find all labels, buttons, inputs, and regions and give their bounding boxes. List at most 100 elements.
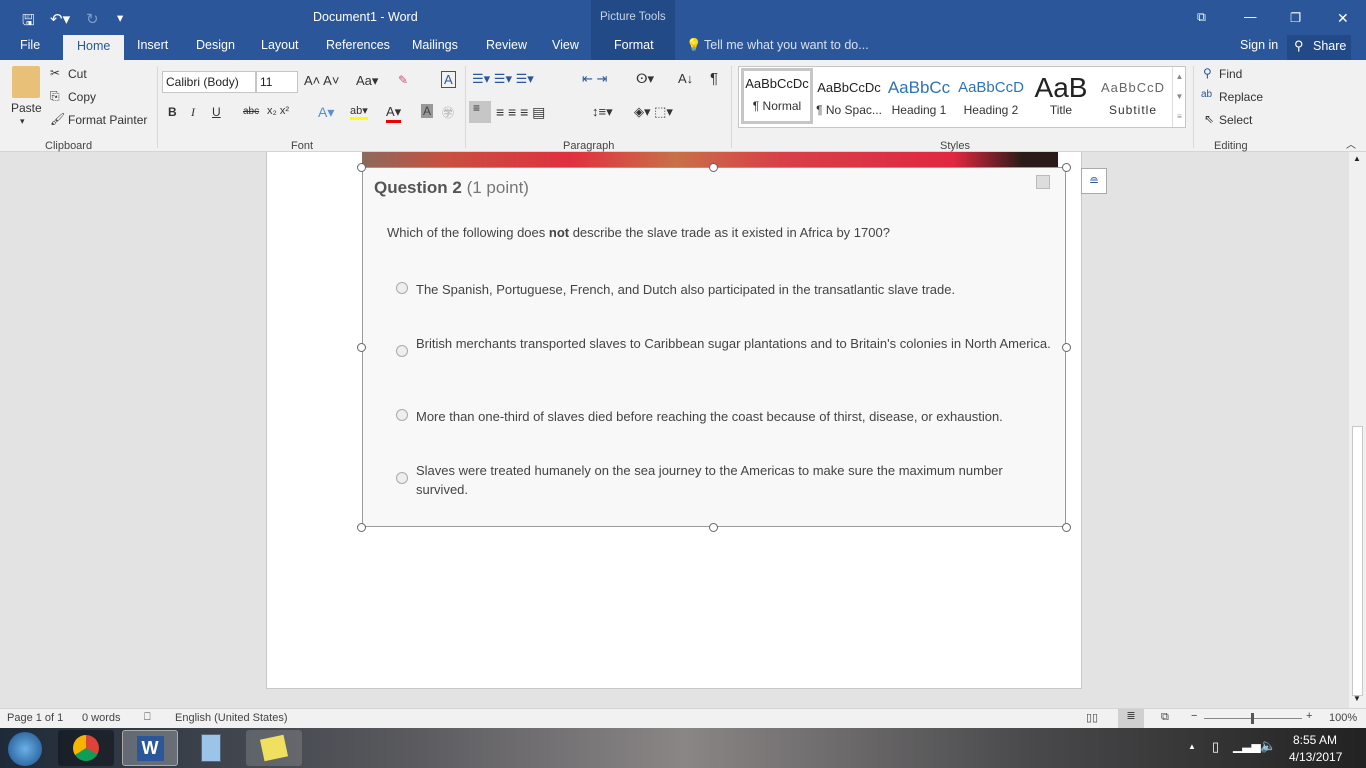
select-button[interactable]: Select xyxy=(1219,113,1252,127)
clock-time[interactable]: 8:55 AM xyxy=(1293,733,1337,747)
zoom-level[interactable]: 100% xyxy=(1329,712,1357,724)
change-case-icon[interactable]: Aa▾ xyxy=(356,73,378,89)
shading-icon[interactable]: ◈▾ ⬚▾ xyxy=(634,104,673,120)
layout-options-icon[interactable]: ≘ xyxy=(1081,168,1107,194)
enclose-characters-icon[interactable]: ㊫ xyxy=(442,104,454,121)
radio-button[interactable] xyxy=(396,282,408,294)
answer-option[interactable]: More than one-third of slaves died befor… xyxy=(396,407,1056,426)
highlight-icon[interactable]: ab▾ xyxy=(350,104,368,120)
answer-option[interactable]: British merchants transported slaves to … xyxy=(396,334,1056,357)
paste-dropdown-icon[interactable]: ▾ xyxy=(20,116,25,127)
sticky-notes-taskbar-button[interactable] xyxy=(246,730,302,766)
style-heading-2[interactable]: AaBbCcD Heading 2 xyxy=(955,75,1027,117)
close-button[interactable]: ✕ xyxy=(1337,10,1349,27)
resize-handle[interactable] xyxy=(357,523,366,532)
style-no-spacing[interactable]: AaBbCcDc ¶ No Spac... xyxy=(813,75,885,117)
style-title[interactable]: AaB Title xyxy=(1025,75,1097,117)
customize-qat-icon[interactable]: ▾ xyxy=(117,10,123,25)
text-effects-icon[interactable]: A▾ xyxy=(318,104,334,121)
tab-insert[interactable]: Insert xyxy=(137,38,168,52)
sign-in-link[interactable]: Sign in xyxy=(1240,38,1278,52)
vertical-scrollbar[interactable]: ▲ ▼ xyxy=(1349,152,1366,708)
tab-layout[interactable]: Layout xyxy=(261,38,299,52)
redo-icon[interactable]: ↻ xyxy=(86,10,99,28)
resize-handle[interactable] xyxy=(1062,523,1071,532)
resize-handle[interactable] xyxy=(357,343,366,352)
italic-button[interactable]: I xyxy=(191,105,195,120)
bullets-icon[interactable]: ☰▾ ☰▾ ☰▾ xyxy=(472,71,534,87)
format-painter-icon[interactable]: 🖌 xyxy=(50,112,65,126)
style-heading-1[interactable]: AaBbCc Heading 1 xyxy=(883,75,955,117)
paste-icon[interactable] xyxy=(12,66,40,98)
underline-button[interactable]: U xyxy=(212,105,221,119)
proofing-icon[interactable]: ⎕ xyxy=(144,711,151,724)
resize-handle[interactable] xyxy=(357,163,366,172)
collapse-ribbon-icon[interactable]: ︿ xyxy=(1346,136,1356,151)
indent-icon[interactable]: ⇤ ⇥ xyxy=(582,71,607,87)
resize-handle[interactable] xyxy=(709,163,718,172)
resize-handle[interactable] xyxy=(1062,343,1071,352)
undo-icon[interactable]: ↶▾ xyxy=(50,10,70,28)
font-color-icon[interactable]: A▾ xyxy=(386,104,402,123)
network-icon[interactable]: ▁▃▅ xyxy=(1233,739,1261,753)
print-layout-icon[interactable]: ≣ xyxy=(1118,709,1144,728)
scroll-down-icon[interactable]: ▼ xyxy=(1353,694,1361,703)
volume-icon[interactable]: 🔈 xyxy=(1260,738,1276,754)
question-picture[interactable]: Question 2 (1 point) Which of the follow… xyxy=(362,167,1066,527)
sort-icon[interactable]: A↓ xyxy=(678,71,693,86)
save-icon[interactable]: 🖫 xyxy=(22,10,35,35)
battery-icon[interactable]: ▯ xyxy=(1212,739,1219,755)
scroll-up-icon[interactable]: ▲ xyxy=(1353,154,1361,163)
cut-button[interactable]: Cut xyxy=(68,67,87,81)
align-left-button[interactable]: ≡ xyxy=(469,101,491,123)
tab-view[interactable]: View xyxy=(552,38,579,52)
calculator-taskbar-button[interactable] xyxy=(183,730,239,766)
clock-date[interactable]: 4/13/2017 xyxy=(1289,750,1342,764)
web-layout-icon[interactable]: ⧉ xyxy=(1161,711,1169,724)
find-button[interactable]: Find xyxy=(1219,67,1242,81)
word-taskbar-button[interactable]: W xyxy=(122,730,178,766)
text-direction-icon[interactable]: ⵙ▾ xyxy=(636,71,654,87)
read-mode-icon[interactable]: ▯▯ xyxy=(1086,711,1098,724)
tab-design[interactable]: Design xyxy=(196,38,235,52)
resize-handle[interactable] xyxy=(1062,163,1071,172)
replace-button[interactable]: Replace xyxy=(1219,90,1263,104)
style-normal[interactable]: AaBbCcDc ¶ Normal xyxy=(741,68,813,124)
strikethrough-icon[interactable]: abc xyxy=(243,106,259,117)
minimize-button[interactable]: — xyxy=(1244,10,1257,24)
chrome-taskbar-button[interactable] xyxy=(58,730,114,766)
grow-font-icon[interactable]: A˄ A˅ xyxy=(304,73,339,88)
character-shading-icon[interactable]: A xyxy=(421,104,434,118)
tab-mailings[interactable]: Mailings xyxy=(412,38,458,52)
word-count[interactable]: 0 words xyxy=(82,712,121,724)
copy-icon[interactable]: ⎘ xyxy=(50,89,60,104)
scrollbar-thumb[interactable] xyxy=(1352,426,1363,696)
tab-format[interactable]: Format xyxy=(614,38,654,52)
format-painter-button[interactable]: Format Painter xyxy=(68,113,147,127)
tab-file[interactable]: File xyxy=(20,38,40,52)
radio-button[interactable] xyxy=(396,345,408,357)
zoom-slider-thumb[interactable] xyxy=(1251,713,1254,724)
align-buttons-icon[interactable]: ≡ ≡ ≡ ▤ xyxy=(496,104,545,121)
radio-button[interactable] xyxy=(396,409,408,421)
paste-button[interactable]: Paste xyxy=(11,101,42,115)
page-count[interactable]: Page 1 of 1 xyxy=(7,712,63,724)
tab-review[interactable]: Review xyxy=(486,38,527,52)
restore-button[interactable]: ❐ xyxy=(1290,10,1301,25)
radio-button[interactable] xyxy=(396,472,408,484)
line-spacing-icon[interactable]: ↕≡▾ xyxy=(592,104,613,120)
cut-icon[interactable]: ✂ xyxy=(50,66,60,80)
language[interactable]: English (United States) xyxy=(175,712,288,724)
text-box-icon[interactable]: A xyxy=(441,71,456,88)
zoom-out-button[interactable]: − xyxy=(1191,710,1197,722)
font-name-select[interactable]: Calibri (Body) xyxy=(162,71,256,93)
tab-home[interactable]: Home xyxy=(63,35,125,60)
copy-button[interactable]: Copy xyxy=(68,90,96,104)
styles-scroll[interactable]: ▲ ▼ ≡ xyxy=(1172,67,1186,127)
subscript-icon[interactable]: x₂ x² xyxy=(267,105,289,117)
clear-formatting-icon[interactable]: ✎ xyxy=(398,73,408,87)
share-button[interactable]: ⚲ Share xyxy=(1287,35,1351,60)
start-button[interactable] xyxy=(8,732,42,766)
zoom-in-button[interactable]: + xyxy=(1306,710,1312,722)
tell-me-search[interactable]: Tell me what you want to do... xyxy=(704,38,869,52)
